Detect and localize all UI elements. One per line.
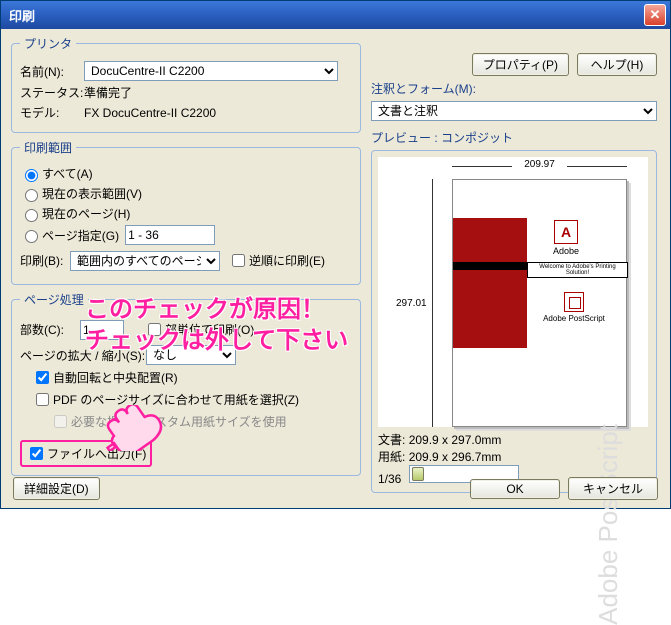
range-current-page[interactable]: 現在のページ(H) <box>20 205 352 222</box>
paper-size-value: 209.9 x 296.7mm <box>409 450 502 464</box>
watermark: Adobe PostScript <box>593 424 624 625</box>
titlebar: 印刷 ✕ <box>1 1 670 29</box>
autorotate-checkbox[interactable] <box>36 371 49 384</box>
printer-legend: プリンタ <box>20 35 76 52</box>
advanced-button[interactable]: 詳細設定(D) <box>13 477 100 500</box>
help-button[interactable]: ヘルプ(H) <box>577 53 657 76</box>
preview-width: 209.97 <box>524 159 555 170</box>
preview-height: 297.01 <box>396 298 427 309</box>
range-page-radio[interactable] <box>25 209 38 222</box>
properties-button[interactable]: プロパティ(P) <box>472 53 569 76</box>
print-subset-select[interactable]: 範囲内のすべてのページ <box>70 251 220 271</box>
preview-box: 209.97 297.01 AAdobe Welcome to Adobe's … <box>371 150 657 493</box>
print-subset-label: 印刷(B): <box>20 252 70 269</box>
range-all-radio[interactable] <box>25 169 38 182</box>
close-button[interactable]: ✕ <box>644 4 666 26</box>
printer-model-value: FX DocuCentre-II C2200 <box>84 106 216 120</box>
custom-checkbox <box>54 415 67 428</box>
print-dialog: 印刷 ✕ プリンタ 名前(N): DocuCentre-II C2200 ステー… <box>0 0 671 509</box>
adobe-logo: AAdobe <box>552 220 580 256</box>
preview-legend: プレビュー : コンポジット <box>371 129 657 146</box>
postscript-logo: Adobe PostScript <box>543 292 605 334</box>
range-all[interactable]: すべて(A) <box>20 165 352 182</box>
preview-area: 209.97 297.01 AAdobe Welcome to Adobe's … <box>378 157 648 427</box>
range-pages[interactable]: ページ指定(G) <box>20 225 352 245</box>
file-output-highlight: ファイルへ出力(F) <box>20 440 152 467</box>
collate-checkbox[interactable] <box>148 323 161 336</box>
handling-legend: ページ処理 <box>20 291 88 308</box>
custom-check: 必要な場合にカスタム用紙サイズを使用 <box>50 412 352 431</box>
printer-group: プリンタ 名前(N): DocuCentre-II C2200 ステータス: 準… <box>11 35 361 133</box>
file-output-checkbox[interactable] <box>30 447 43 460</box>
autorotate-check[interactable]: 自動回転と中央配置(R) <box>32 368 352 387</box>
copies-label: 部数(C): <box>20 321 80 338</box>
range-current-view[interactable]: 現在の表示範囲(V) <box>20 185 352 202</box>
handling-group: ページ処理 部数(C): 部単位で印刷(O) ページの拡大 / 縮小(S): な… <box>11 291 361 476</box>
pdfsize-check[interactable]: PDF のページサイズに合わせて用紙を選択(Z) <box>32 390 352 409</box>
printer-status-label: ステータス: <box>20 84 84 101</box>
range-view-radio[interactable] <box>25 189 38 202</box>
reverse-check[interactable]: 逆順に印刷(E) <box>228 251 325 270</box>
range-legend: 印刷範囲 <box>20 139 76 156</box>
ok-button[interactable]: OK <box>470 479 560 499</box>
comments-label: 注釈とフォーム(M): <box>371 80 657 97</box>
scale-select[interactable]: なし <box>146 345 236 365</box>
doc-size-value: 209.9 x 297.0mm <box>409 433 502 447</box>
reverse-checkbox[interactable] <box>232 254 245 267</box>
printer-name-label: 名前(N): <box>20 63 84 80</box>
copies-input[interactable] <box>80 320 124 340</box>
paper-size-label: 用紙: <box>378 450 405 464</box>
scale-label: ページの拡大 / 縮小(S): <box>20 347 146 364</box>
collate-check[interactable]: 部単位で印刷(O) <box>144 320 254 339</box>
window-title: 印刷 <box>9 6 644 25</box>
preview-banner: Welcome to Adobe's Printing Solution! <box>527 262 628 278</box>
printer-status-value: 準備完了 <box>84 84 132 101</box>
range-pages-input[interactable] <box>125 225 215 245</box>
preview-page: AAdobe Welcome to Adobe's Printing Solut… <box>452 179 627 427</box>
pdfsize-checkbox[interactable] <box>36 393 49 406</box>
printer-name-select[interactable]: DocuCentre-II C2200 <box>84 61 338 81</box>
range-group: 印刷範囲 すべて(A) 現在の表示範囲(V) 現在のページ(H) ページ指定(G… <box>11 139 361 285</box>
doc-size-label: 文書: <box>378 433 405 447</box>
cancel-button[interactable]: キャンセル <box>568 477 658 500</box>
printer-model-label: モデル: <box>20 104 84 121</box>
comments-select[interactable]: 文書と注釈 <box>371 101 657 121</box>
range-pages-radio[interactable] <box>25 230 38 243</box>
file-output-check[interactable]: ファイルへ出力(F) <box>26 444 146 463</box>
